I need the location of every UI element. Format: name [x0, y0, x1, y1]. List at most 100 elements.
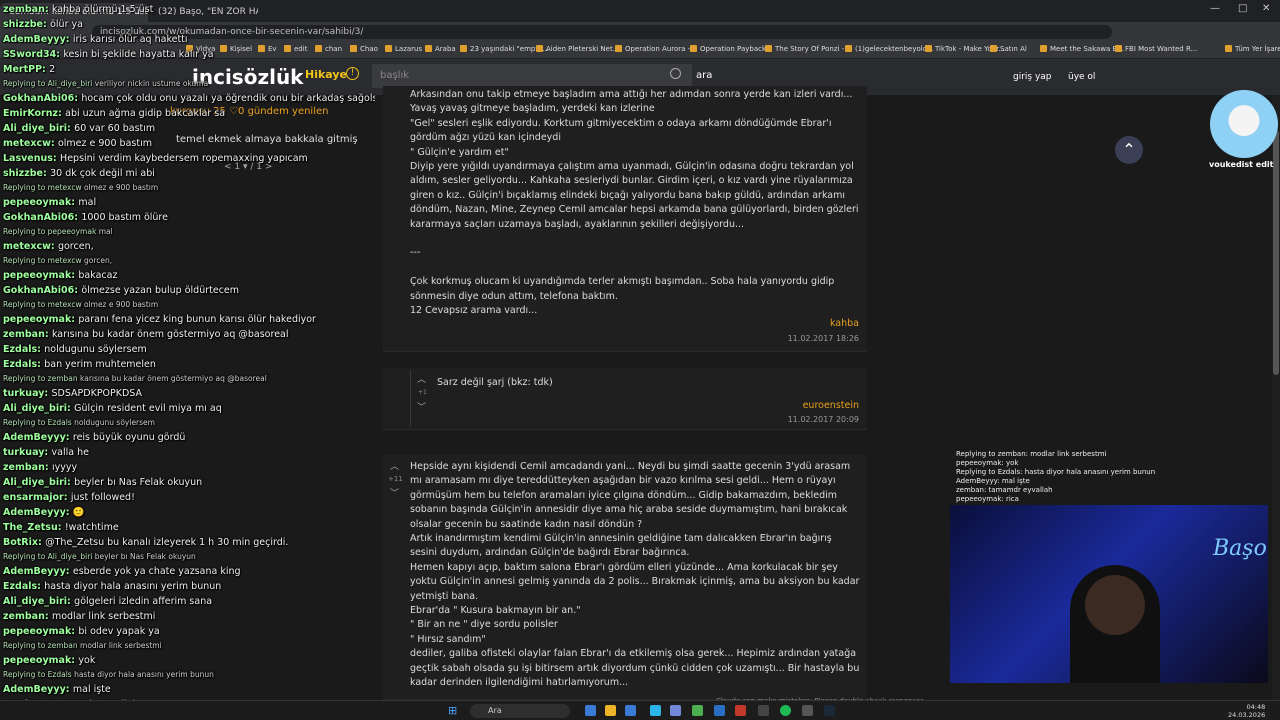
chat-text: paranı fena yicez king bunun karısı ölür… [78, 314, 316, 325]
bookmark-item[interactable]: Aiden Pleterski Net... [536, 45, 619, 53]
bookmark-item[interactable]: Araba [425, 45, 456, 53]
chat-username[interactable]: AdemBeyyy: [3, 507, 73, 518]
obs-icon[interactable] [758, 705, 769, 716]
chat-text: gorcen, [83, 256, 113, 265]
chat-username[interactable]: The_Zetsu: [3, 522, 65, 533]
chat-username[interactable]: GokhanAbi06: [3, 212, 81, 223]
system-clock[interactable]: 04:48 24.03.2026 [1228, 703, 1265, 719]
chat-text: reis büyük oyunu gördü [72, 432, 186, 443]
search-icon[interactable] [670, 68, 681, 79]
chat-username[interactable]: AdemBeyyy: [3, 34, 73, 45]
chat-username[interactable]: shizzbe: [3, 19, 50, 30]
files-icon[interactable] [585, 705, 596, 716]
chat-username[interactable]: zemban: [3, 4, 52, 15]
chat-username[interactable]: turkuay: [3, 388, 52, 399]
chat-username[interactable]: ensarmajor: [3, 492, 71, 503]
chat-message: pepeeoymak: mal [3, 197, 96, 208]
chat-username[interactable]: metexcw: [3, 138, 58, 149]
chat-username[interactable]: zemban: [3, 329, 52, 340]
chat-message: Ali_diye_biri: Gülçin resident evil miya… [3, 403, 222, 414]
taskbar-search[interactable]: Ara [470, 704, 570, 718]
chat-username[interactable]: Ezdals: [3, 359, 44, 370]
chat-username[interactable]: SSword34: [3, 49, 63, 60]
maximize-icon[interactable]: □ [1238, 3, 1247, 14]
chat-username[interactable]: pepeeoymak: [3, 626, 78, 637]
spotify-icon[interactable] [780, 705, 791, 716]
folder-icon[interactable] [605, 705, 616, 716]
chat-username[interactable]: Replying to Ezdals [3, 670, 74, 679]
app-icon[interactable] [735, 705, 746, 716]
chat-username[interactable]: metexcw: [3, 241, 58, 252]
bookmark-item[interactable]: Operation Aurora -... [615, 45, 697, 53]
bookmark-item[interactable]: Tüm Yer İşaretleri [1225, 45, 1280, 53]
chrome-icon[interactable] [692, 705, 703, 716]
chat-username[interactable]: EmirKornz: [3, 108, 65, 119]
search-button[interactable]: ara [696, 70, 712, 81]
chat-reply-line: Replying to pepeeoymak mal [3, 227, 113, 236]
chat-username[interactable]: Ezdals: [3, 581, 44, 592]
ps-icon[interactable] [714, 705, 725, 716]
bookmark-item[interactable]: The Story Of Ponzi -... [765, 45, 851, 53]
bookmark-item[interactable]: Lazarus [385, 45, 422, 53]
chat-username[interactable]: AdemBeyyy: [3, 566, 73, 577]
vote-count: +11 [388, 475, 403, 483]
chat-username[interactable]: BotRix: [3, 537, 45, 548]
scroll-to-top-button[interactable]: ⌃ [1115, 136, 1143, 164]
chat-text: bakacaz [78, 270, 118, 281]
upvote-icon[interactable]: ︿ [417, 372, 426, 385]
chat-username[interactable]: Ali_diye_biri: [3, 477, 74, 488]
chat-username[interactable]: AdemBeyyy: [3, 432, 73, 443]
bookmark-item[interactable]: FBI Most Wanted R... [1115, 45, 1197, 53]
edge-icon[interactable] [650, 705, 661, 716]
entry-date[interactable]: 11.02.2017 20:09 [788, 415, 859, 424]
media-icon[interactable] [802, 705, 813, 716]
upvote-icon[interactable]: ︿ [390, 459, 399, 472]
chat-text: abi uzun ağma gidip bakcaklar sa [65, 108, 226, 119]
steam-icon[interactable] [824, 705, 835, 716]
chat-username[interactable]: Replying to pepeeoymak [3, 227, 99, 236]
chat-username[interactable]: Replying to Ali_diye_biri [3, 552, 95, 561]
login-link[interactable]: giriş yap [1013, 72, 1052, 82]
chat-username[interactable]: turkuay: [3, 447, 52, 458]
chat-username[interactable]: shizzbe: [3, 168, 50, 179]
mail-icon[interactable] [625, 705, 636, 716]
chat-username[interactable]: Replying to zemban [3, 641, 80, 650]
entry-author[interactable]: kahba [830, 318, 859, 329]
chat-username[interactable]: zemban: [3, 462, 52, 473]
chat-username[interactable]: pepeeoymak: [3, 197, 78, 208]
register-link[interactable]: üye ol [1068, 72, 1095, 82]
chat-username[interactable]: Lasvenus: [3, 153, 60, 164]
chat-username[interactable]: AdemBeyyy: [3, 684, 73, 695]
chat-username[interactable]: Replying to metexcw [3, 183, 84, 192]
chat-username[interactable]: GokhanAbi06: [3, 285, 81, 296]
chat-username[interactable]: Ali_diye_biri: [3, 123, 74, 134]
close-icon[interactable]: ✕ [1262, 3, 1270, 14]
entry-author[interactable]: euroenstein [803, 400, 859, 411]
bookmark-item[interactable]: Satın Al [990, 45, 1027, 53]
chat-username[interactable]: Replying to zemban [3, 374, 80, 383]
chat-username[interactable]: Replying to metexcw [3, 256, 84, 265]
chat-username[interactable]: Ezdals: [3, 344, 44, 355]
chat-username[interactable]: pepeeoymak: [3, 314, 78, 325]
downvote-icon[interactable]: ﹀ [417, 400, 426, 413]
windows-start-icon[interactable]: ⊞ [448, 704, 457, 717]
minimize-icon[interactable]: — [1210, 3, 1220, 14]
chat-username[interactable]: GokhanAbi06: [3, 93, 81, 104]
discord-icon[interactable] [670, 705, 681, 716]
chat-username[interactable]: zemban: [3, 611, 52, 622]
downvote-icon[interactable]: ﹀ [390, 486, 399, 499]
search-input[interactable]: başlık [372, 64, 692, 88]
bookmark-item[interactable]: Meet the Sakawa B... [1040, 45, 1124, 53]
chat-username[interactable]: Ali_diye_biri: [3, 403, 74, 414]
chat-username[interactable]: MertPP: [3, 64, 49, 75]
chat-username[interactable]: pepeeoymak: [3, 655, 78, 666]
chat-username[interactable]: Replying to metexcw [3, 300, 84, 309]
chat-username[interactable]: Replying to Ezdals [3, 418, 74, 427]
chat-username[interactable]: Replying to Ali_diye_biri [3, 79, 95, 88]
entry-date[interactable]: 11.02.2017 18:26 [788, 334, 859, 343]
chat-username[interactable]: Ali_diye_biri: [3, 596, 74, 607]
bookmark-item[interactable]: (1)gelecektenbeyolc... [845, 45, 933, 53]
chat-username[interactable]: pepeeoymak: [3, 270, 78, 281]
bookmark-item[interactable]: Operation Payback... [690, 45, 773, 53]
taskbar: ⊞ Ara 04:48 24.03.2026 [0, 700, 1280, 720]
